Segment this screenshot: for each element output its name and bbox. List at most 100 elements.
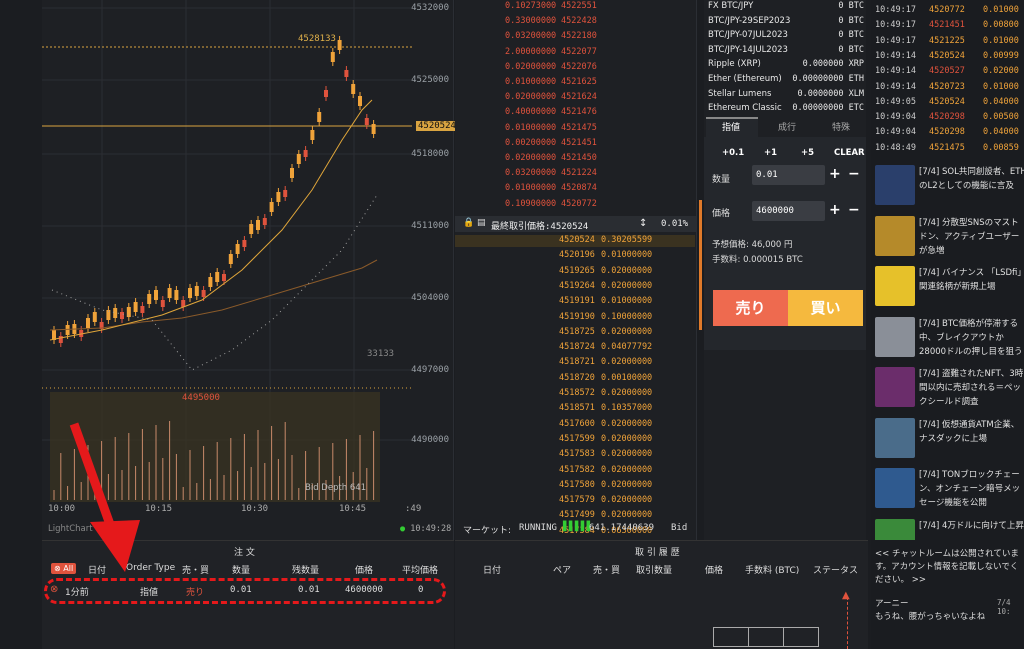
bid-row[interactable]: 4517580 0.02000000 bbox=[455, 480, 695, 492]
bid-row[interactable]: 4519191 0.01000000 bbox=[455, 296, 695, 308]
bid-row[interactable]: 4518724 0.04077792 bbox=[455, 342, 695, 354]
asset-row[interactable]: Stellar Lumens 0.0000000 XLM bbox=[708, 89, 866, 104]
high-label: 4528133 bbox=[298, 34, 336, 44]
current-price-tag: 4520524 bbox=[416, 121, 458, 131]
buy-button[interactable]: 買い bbox=[788, 290, 863, 326]
qty-plus-button[interactable]: + bbox=[829, 166, 841, 182]
history-title: 取 引 履 歴 bbox=[635, 548, 680, 558]
bid-row[interactable]: 4517583 0.02000000 bbox=[455, 449, 695, 461]
bid-row[interactable]: 4519265 0.02000000 bbox=[455, 266, 695, 278]
asset-row[interactable]: Ripple (XRP) 0.000000 XRP bbox=[708, 59, 866, 74]
cancel-order-icon[interactable]: ⊗ bbox=[50, 584, 58, 595]
bid-row[interactable]: 4518720 0.00100000 bbox=[455, 373, 695, 385]
asset-row[interactable]: FX BTC/JPY 0 BTC bbox=[708, 1, 866, 16]
ask-price: 4521625 bbox=[561, 77, 597, 87]
asset-value: 0 BTC bbox=[838, 1, 864, 11]
trade-row: 10:49:14 4520723 0.01000 bbox=[875, 82, 1024, 96]
bid-price: 4518724 bbox=[559, 342, 595, 353]
news-headline: [7/4] TONブロックチェーン、オンチェーン暗号メッセージ機能を公開 bbox=[919, 470, 1021, 508]
qty-minus-button[interactable]: − bbox=[848, 166, 860, 182]
ask-row[interactable]: 2.00000000 4522077 bbox=[455, 47, 695, 59]
asset-row[interactable]: Ether (Ethereum) 0.00000000 ETH bbox=[708, 74, 866, 89]
bid-label: Bid bbox=[671, 523, 688, 533]
news-headline: [7/4] 分散型SNSのマストドン、アクティブユーザーが急増 bbox=[919, 217, 1020, 256]
depth-scroll[interactable] bbox=[699, 200, 702, 330]
clear-button[interactable]: CLEAR bbox=[834, 148, 865, 158]
bid-row[interactable]: 4518725 0.02000000 bbox=[455, 327, 695, 339]
asset-row[interactable]: BTC/JPY-14JUL2023 0 BTC bbox=[708, 45, 866, 60]
ask-row[interactable]: 0.01000000 4521475 bbox=[455, 123, 695, 135]
bid-row[interactable]: 4517599 0.02000000 bbox=[455, 434, 695, 446]
lock-icon[interactable]: 🔒 bbox=[463, 218, 474, 228]
bid-price: 4517580 bbox=[559, 479, 595, 490]
market-status-bar: マーケット: RUNNING ▌▌▌▌▌ 641.17440639 Bid bbox=[455, 520, 697, 536]
news-item[interactable]: [7/4] 盗難されたNFT、3時間以内に売却される＝ペックシールド調査 bbox=[875, 367, 1024, 415]
asset-name: Stellar Lumens bbox=[708, 88, 772, 99]
ask-row[interactable]: 0.00200000 4521451 bbox=[455, 138, 695, 150]
spread-arrows-icon: ↕ bbox=[639, 218, 648, 229]
y-tick: 4497000 bbox=[411, 365, 449, 375]
news-item[interactable]: [7/4] 仮想通貨ATM企業、ナスダックに上場 bbox=[875, 417, 1024, 466]
ask-row[interactable]: 0.03200000 4521224 bbox=[455, 168, 695, 180]
bid-row[interactable]: 4520196 0.01000000 bbox=[455, 250, 695, 262]
estimated-price: 予想価格: 46,000 円 bbox=[712, 240, 793, 250]
ask-row[interactable]: 0.10273000 4522551 bbox=[455, 1, 695, 13]
ask-row[interactable]: 0.02000000 4521624 bbox=[455, 92, 695, 104]
sell-button[interactable]: 売り bbox=[713, 290, 788, 326]
annotation-arrow bbox=[69, 422, 140, 572]
price-minus-button[interactable]: − bbox=[848, 202, 860, 218]
inc-1-button[interactable]: +1 bbox=[764, 148, 777, 158]
pagination-box[interactable] bbox=[713, 627, 819, 647]
market-status: RUNNING bbox=[519, 523, 557, 533]
asset-name: BTC/JPY-29SEP2023 bbox=[708, 15, 791, 26]
bid-price: 4517583 bbox=[559, 449, 595, 460]
bid-row[interactable]: 4519264 0.02000000 bbox=[455, 281, 695, 293]
asset-row[interactable]: Ethereum Classic 0.00000000 ETC bbox=[708, 103, 866, 118]
qty-input[interactable]: 0.01 bbox=[752, 165, 825, 185]
bid-row[interactable]: 4518572 0.02000000 bbox=[455, 388, 695, 400]
bid-row[interactable]: 4517579 0.02000000 bbox=[455, 495, 695, 507]
trade-amount: 0.00859 bbox=[983, 142, 1019, 153]
chat-panel[interactable]: << チャットルームは公開されています。アカウント情報を記載しないでください。 … bbox=[871, 540, 1024, 649]
price-input[interactable]: 4600000 bbox=[752, 201, 825, 221]
news-headline: [7/4] バイナンス 「LSDfi」関連銘柄が新規上場 bbox=[919, 268, 1024, 292]
news-item[interactable]: [7/4] バイナンス 「LSDfi」関連銘柄が新規上場 bbox=[875, 266, 1024, 314]
ask-row[interactable]: 0.10900000 4520772 bbox=[455, 199, 695, 211]
bid-row[interactable]: 4517600 0.02000000 bbox=[455, 419, 695, 431]
news-item[interactable]: [7/4] TONブロックチェーン、オンチェーン暗号メッセージ機能を公開 bbox=[875, 468, 1024, 516]
bid-row[interactable]: 4520524 0.30205599 bbox=[455, 235, 695, 247]
ask-row[interactable]: 0.03200000 4522180 bbox=[455, 31, 695, 43]
bid-row[interactable]: 4518571 0.10357000 bbox=[455, 403, 695, 415]
ask-row[interactable]: 0.01000000 4521625 bbox=[455, 77, 695, 89]
trade-row: 10:49:14 4520527 0.02000 bbox=[875, 66, 1024, 80]
y-tick: 4504000 bbox=[411, 293, 449, 303]
asset-row[interactable]: BTC/JPY-29SEP2023 0 BTC bbox=[708, 16, 866, 31]
bid-row[interactable]: 4518721 0.02000000 bbox=[455, 357, 695, 369]
order-row[interactable]: ⊗ 1分前 指値 売り 0.01 0.01 4600000 0 bbox=[50, 584, 442, 598]
tab-market[interactable]: 成行 bbox=[778, 120, 796, 133]
ask-row[interactable]: 0.02000000 4522076 bbox=[455, 62, 695, 74]
inc-5-button[interactable]: +5 bbox=[801, 148, 814, 158]
news-item[interactable]: [7/4] SOL共同創設者、ETHのL2としての機能に言及 bbox=[875, 165, 1024, 213]
chart-clock: ● 10:49:28 bbox=[400, 524, 451, 534]
list-icon[interactable]: ▤ bbox=[477, 218, 486, 228]
asset-name: Ether (Ethereum) bbox=[708, 74, 782, 84]
asset-row[interactable]: BTC/JPY-07JUL2023 0 BTC bbox=[708, 30, 866, 45]
tab-special[interactable]: 特殊 bbox=[832, 120, 850, 133]
tab-limit[interactable]: 指値 bbox=[722, 120, 740, 133]
ask-row[interactable]: 0.40000000 4521476 bbox=[455, 107, 695, 119]
trade-price: 4520298 bbox=[929, 127, 965, 138]
bid-price: 4520524 bbox=[559, 235, 595, 245]
asset-value: 0.00000000 ETC bbox=[792, 103, 864, 114]
ask-row[interactable]: 0.33000000 4522428 bbox=[455, 16, 695, 28]
ask-row[interactable]: 0.02000000 4521450 bbox=[455, 153, 695, 165]
bid-row[interactable]: 4517582 0.02000000 bbox=[455, 465, 695, 477]
news-feed[interactable]: [7/4] SOL共同創設者、ETHのL2としての機能に言及 [7/4] 分散型S… bbox=[871, 162, 1024, 559]
news-item[interactable]: [7/4] BTC価格が停滞する中、ブレイクアウトか28000ドルの押し目を狙う… bbox=[875, 316, 1024, 365]
news-item[interactable]: [7/4] 分散型SNSのマストドン、アクティブユーザーが急増 bbox=[875, 215, 1024, 264]
ask-price: 4520874 bbox=[561, 183, 597, 194]
bid-row[interactable]: 4519190 0.10000000 bbox=[455, 312, 695, 324]
ask-row[interactable]: 0.01000000 4520874 bbox=[455, 183, 695, 195]
inc-0-1-button[interactable]: +0.1 bbox=[722, 148, 744, 158]
price-plus-button[interactable]: + bbox=[829, 202, 841, 218]
